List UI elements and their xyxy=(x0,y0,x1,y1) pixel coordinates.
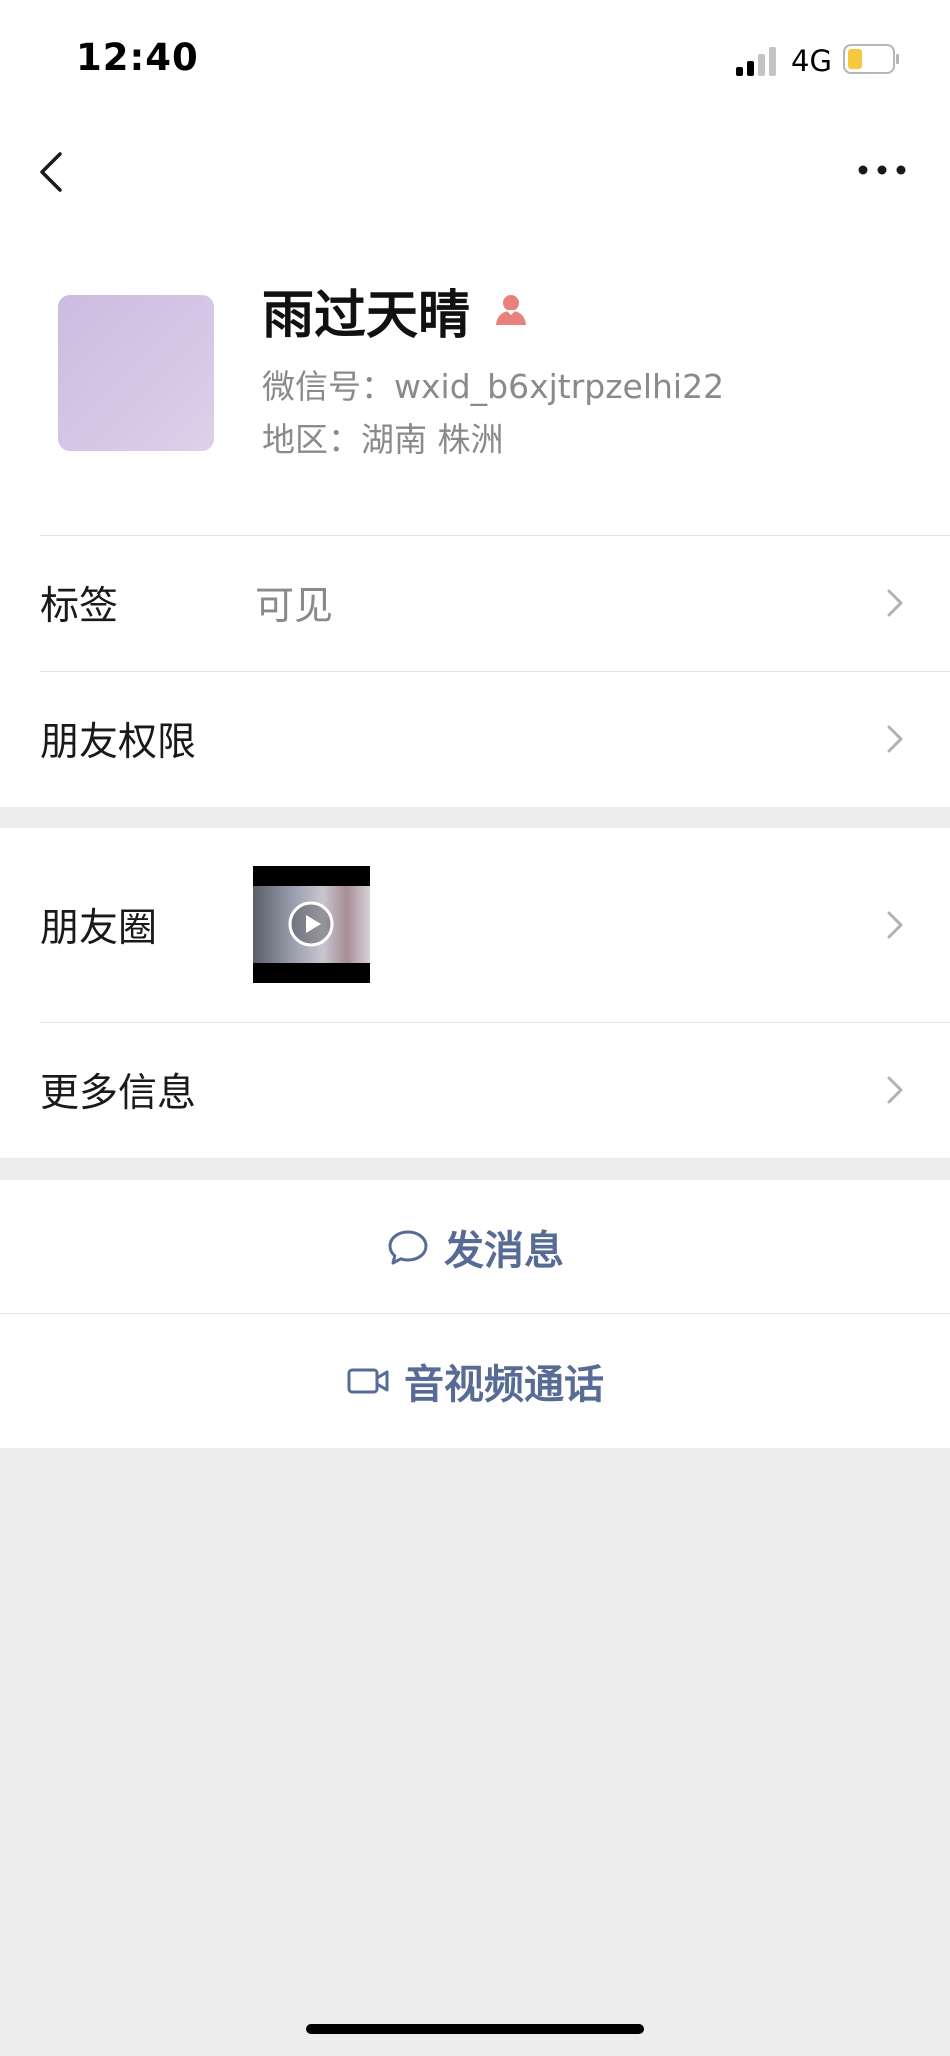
settings-section: 标签 可见 朋友权限 xyxy=(0,535,950,807)
chevron-left-icon xyxy=(40,152,62,192)
female-user-icon xyxy=(496,295,527,325)
video-call-label: 音视频通话 xyxy=(404,1362,604,1408)
wechat-id: 微信号：wxid_b6xjtrpzelhi22 xyxy=(262,367,725,406)
tags-value: 可见 xyxy=(255,584,334,629)
ellipsis-icon xyxy=(858,165,906,175)
signal-strength-icon xyxy=(736,44,780,76)
tags-label: 标签 xyxy=(40,584,119,629)
video-call-button[interactable]: 音视频通话 xyxy=(0,1314,950,1448)
home-indicator[interactable] xyxy=(306,2024,644,2034)
send-message-button[interactable]: 发消息 xyxy=(0,1180,950,1314)
contact-name: 雨过天晴 xyxy=(262,285,471,346)
avatar[interactable] xyxy=(58,295,214,451)
region: 地区：湖南 株洲 xyxy=(262,420,504,459)
chevron-right-icon xyxy=(887,589,903,617)
more-options-button[interactable] xyxy=(850,142,914,198)
network-type: 4G xyxy=(791,44,832,78)
chat-bubble-icon xyxy=(388,1230,428,1265)
moments-row[interactable]: 朋友圈 xyxy=(0,828,950,1022)
tags-row[interactable]: 标签 可见 xyxy=(0,535,950,671)
back-button[interactable] xyxy=(30,142,80,198)
friend-permissions-label: 朋友权限 xyxy=(40,720,197,765)
profile-header: 雨过天晴 微信号：wxid_b6xjtrpzelhi22 地区：湖南 株洲 xyxy=(0,220,950,535)
nav-bar xyxy=(0,120,950,220)
info-section: 朋友圈 更多信息 xyxy=(0,828,950,1158)
moments-label: 朋友圈 xyxy=(40,906,158,951)
status-time: 12:40 xyxy=(76,36,199,79)
more-info-label: 更多信息 xyxy=(40,1071,197,1116)
video-camera-icon xyxy=(347,1368,389,1394)
more-info-row[interactable]: 更多信息 xyxy=(0,1022,950,1158)
send-message-label: 发消息 xyxy=(444,1228,564,1274)
chevron-right-icon xyxy=(887,725,903,753)
chevron-right-icon xyxy=(887,911,903,939)
play-icon xyxy=(288,901,334,947)
moments-video-thumbnail[interactable] xyxy=(253,866,370,983)
chevron-right-icon xyxy=(887,1076,903,1104)
battery-icon xyxy=(843,44,899,74)
name-row: 雨过天晴 xyxy=(262,280,530,346)
friend-permissions-row[interactable]: 朋友权限 xyxy=(0,671,950,807)
status-bar: 12:40 4G xyxy=(0,0,950,120)
